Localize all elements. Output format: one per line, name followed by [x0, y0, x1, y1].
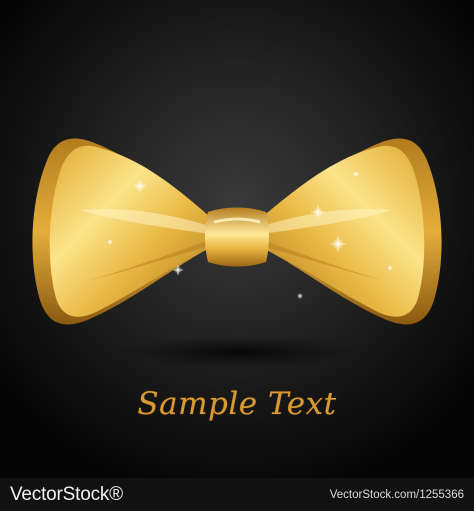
sample-text-caption: Sample Text: [137, 386, 337, 422]
vectorstock-logo: VectorStock®: [10, 483, 123, 505]
illustration-canvas: Sample Text VectorStock® VectorStock.com…: [0, 0, 474, 511]
image-id-label: VectorStock.com/1255366: [329, 488, 464, 501]
watermark-footer: VectorStock® VectorStock.com/1255366: [0, 478, 474, 511]
